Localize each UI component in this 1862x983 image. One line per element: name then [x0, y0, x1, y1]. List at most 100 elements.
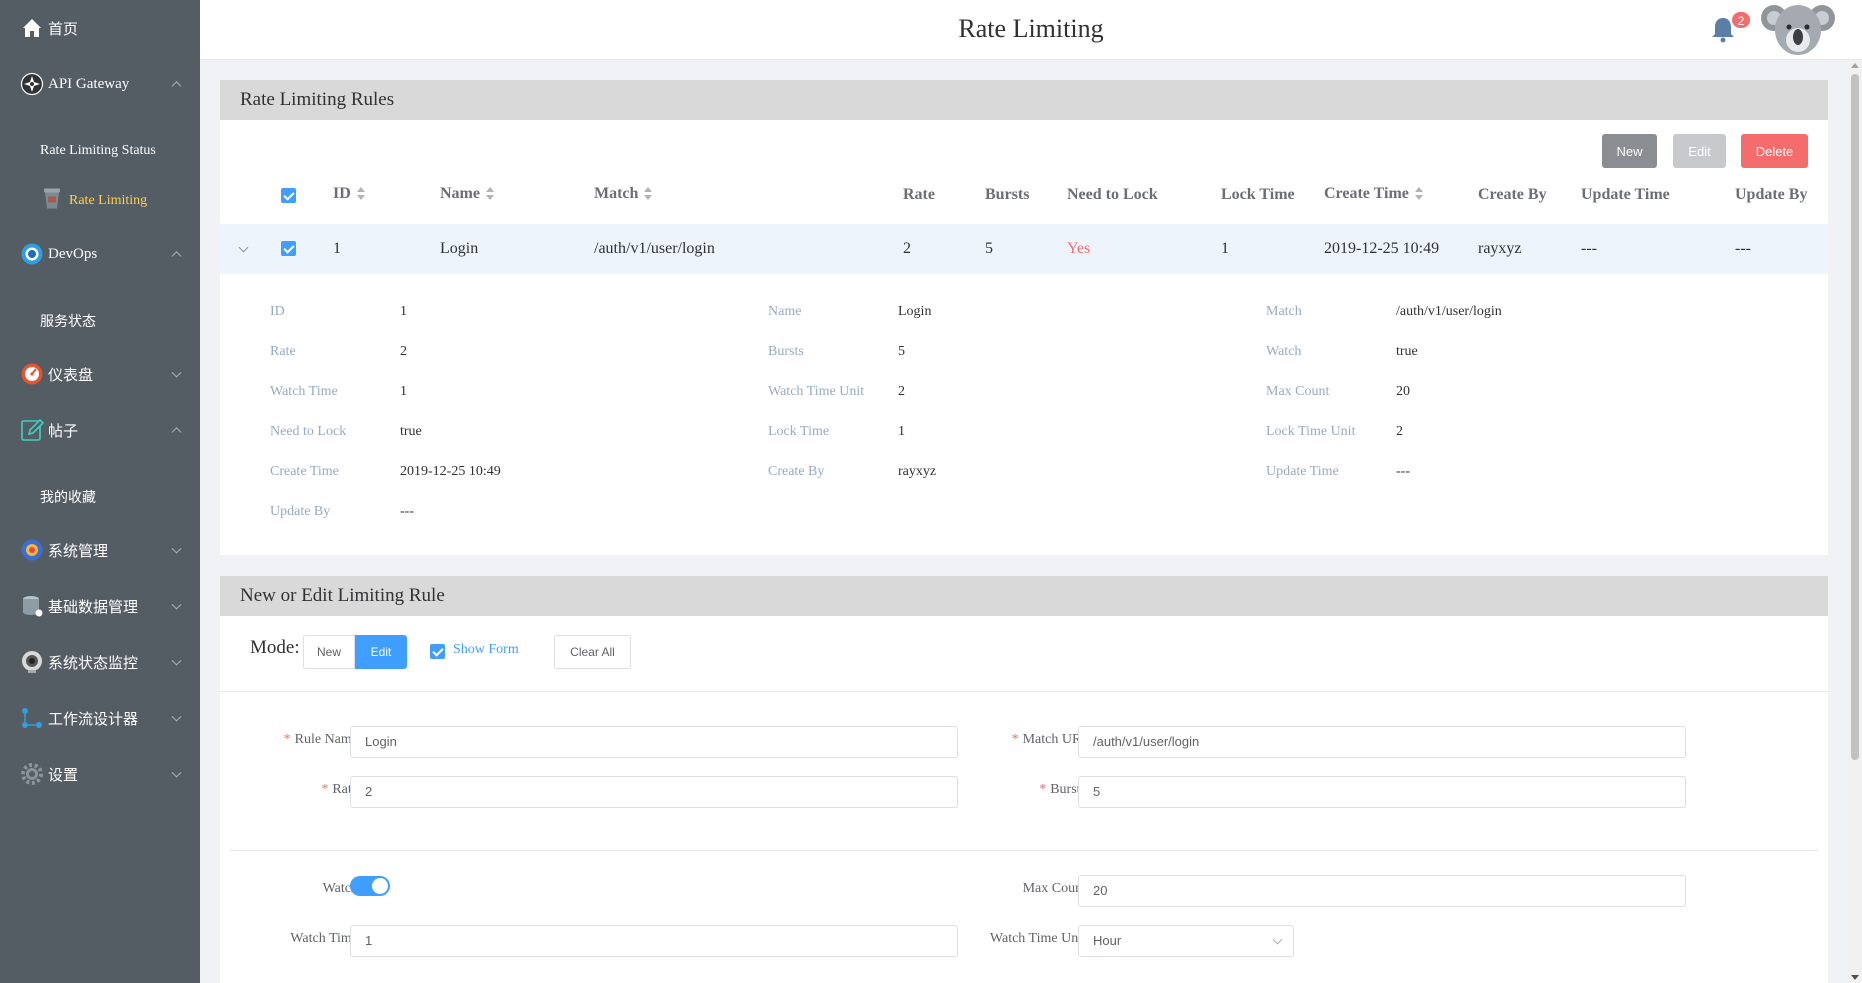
avatar[interactable] — [1760, 0, 1836, 60]
menu-basic-data-management[interactable]: 基础数据管理 — [0, 586, 200, 626]
detail-value: 1 — [400, 384, 407, 399]
rules-panel-title: Rate Limiting Rules — [220, 80, 1828, 120]
menu-api-gateway[interactable]: API Gateway — [0, 64, 200, 104]
sort-icon[interactable] — [1414, 187, 1423, 201]
watch-time-unit-select[interactable]: Hour — [1078, 925, 1294, 957]
scroll-down-arrow-icon[interactable] — [1851, 975, 1859, 980]
menu-dashboard[interactable]: 仪表盘 — [0, 354, 200, 394]
rule-name-label: * Rule Name — [240, 732, 358, 748]
match-uri-input[interactable]: /auth/v1/user/login — [1078, 726, 1686, 758]
detail-label: Lock Time Unit — [1266, 424, 1356, 439]
watch-time-label: Watch Time — [290, 931, 358, 946]
gear-icon — [20, 762, 44, 786]
cell-need-to-lock: Yes — [1067, 240, 1091, 257]
show-form-checkbox[interactable] — [430, 644, 445, 659]
menu-system-management[interactable]: 系统管理 — [0, 530, 200, 570]
submenu-my-favorites[interactable]: 我的收藏 — [0, 475, 200, 519]
show-form-label[interactable]: Show Form — [453, 642, 519, 658]
menu-workflow-designer[interactable]: 工作流设计器 — [0, 698, 200, 738]
monitor-camera-icon — [20, 650, 44, 674]
chevron-down-icon — [171, 367, 182, 378]
detail-value: --- — [400, 504, 414, 519]
max-count-input[interactable]: 20 — [1078, 875, 1686, 907]
col-header-create-time[interactable]: Create Time — [1324, 185, 1423, 203]
submenu-rate-limiting[interactable]: Rate Limiting — [0, 179, 200, 223]
cell-update-time: --- — [1581, 240, 1597, 257]
select-all-checkbox[interactable] — [281, 188, 296, 203]
menu-settings-label: 设置 — [48, 767, 79, 784]
rule-name-input[interactable]: Login — [350, 726, 958, 758]
max-count-label: Max Count — [1022, 881, 1086, 896]
sort-icon[interactable] — [644, 187, 653, 201]
workflow-icon — [20, 706, 44, 730]
menu-basic-data-management-label: 基础数据管理 — [48, 599, 139, 616]
menu-home[interactable]: 首页 — [0, 8, 200, 48]
mode-edit-button[interactable]: Edit — [355, 635, 407, 669]
menu-system-status-monitor[interactable]: 系统状态监控 — [0, 642, 200, 682]
divider — [220, 691, 1828, 692]
detail-value: Login — [898, 304, 932, 319]
cell-update-by: --- — [1735, 240, 1751, 257]
detail-label: ID — [270, 304, 285, 319]
chevron-up-icon — [171, 427, 182, 438]
sort-icon[interactable] — [356, 187, 365, 201]
cell-create-by: rayxyz — [1478, 240, 1522, 257]
gateway-icon — [20, 72, 44, 96]
detail-label: Need to Lock — [270, 424, 347, 439]
detail-label: Watch — [1266, 344, 1302, 359]
col-id-label: ID — [333, 185, 351, 202]
col-header-match[interactable]: Match — [594, 185, 653, 203]
cell-rate: 2 — [903, 240, 911, 257]
edit-button[interactable]: Edit — [1673, 134, 1726, 168]
submenu-my-favorites-label: 我的收藏 — [40, 491, 96, 506]
menu-devops[interactable]: DevOps — [0, 234, 200, 274]
mode-label: Mode: — [250, 637, 300, 658]
delete-button[interactable]: Delete — [1741, 134, 1808, 168]
system-management-icon — [20, 538, 44, 562]
col-header-rate: Rate — [903, 186, 935, 203]
menu-settings[interactable]: 设置 — [0, 754, 200, 794]
menu-posts[interactable]: 帖子 — [0, 410, 200, 450]
rate-input[interactable]: 2 — [350, 776, 958, 808]
required-mark: * — [1011, 732, 1019, 747]
detail-value: /auth/v1/user/login — [1396, 304, 1502, 319]
detail-value: --- — [1396, 464, 1410, 479]
col-header-name[interactable]: Name — [440, 185, 494, 203]
cup-icon — [42, 187, 62, 216]
page-title: Rate Limiting — [958, 14, 1104, 43]
cell-bursts: 5 — [985, 240, 993, 257]
sort-icon[interactable] — [485, 187, 494, 201]
scroll-up-arrow-icon[interactable] — [1851, 63, 1859, 68]
detail-value: true — [400, 424, 422, 439]
scrollbar-thumb[interactable] — [1851, 74, 1859, 760]
detail-value: 20 — [1396, 384, 1410, 399]
detail-value: 2019-12-25 10:49 — [400, 464, 501, 479]
page-scrollbar[interactable] — [1848, 60, 1862, 983]
clear-all-button[interactable]: Clear All — [554, 635, 631, 669]
mode-new-button[interactable]: New — [303, 635, 355, 669]
chevron-down-icon — [1272, 934, 1283, 945]
menu-home-label: 首页 — [48, 21, 79, 38]
bursts-input[interactable]: 5 — [1078, 776, 1686, 808]
required-mark: * — [321, 782, 329, 797]
detail-value: 2 — [1396, 424, 1403, 439]
row-checkbox[interactable] — [281, 241, 296, 256]
watch-time-input[interactable]: 1 — [350, 925, 958, 957]
menu-system-management-label: 系统管理 — [48, 543, 109, 560]
devops-icon — [20, 242, 44, 266]
watch-time-unit-value: Hour — [1093, 933, 1122, 948]
detail-label: Watch Time — [270, 384, 338, 399]
new-button[interactable]: New — [1602, 134, 1657, 168]
col-header-need-to-lock: Need to Lock — [1067, 186, 1158, 203]
menu-workflow-designer-label: 工作流设计器 — [48, 711, 139, 728]
col-header-create-by: Create By — [1478, 186, 1547, 203]
submenu-service-status-label: 服务状态 — [40, 315, 96, 330]
watch-toggle[interactable] — [350, 876, 390, 896]
submenu-service-status[interactable]: 服务状态 — [0, 299, 200, 343]
submenu-rate-limiting-status[interactable]: Rate Limiting Status — [0, 129, 200, 173]
detail-label: Create By — [768, 464, 825, 479]
detail-label: Rate — [270, 344, 296, 359]
col-header-bursts: Bursts — [985, 186, 1030, 203]
edit-icon — [20, 418, 44, 442]
col-header-id[interactable]: ID — [333, 185, 365, 203]
